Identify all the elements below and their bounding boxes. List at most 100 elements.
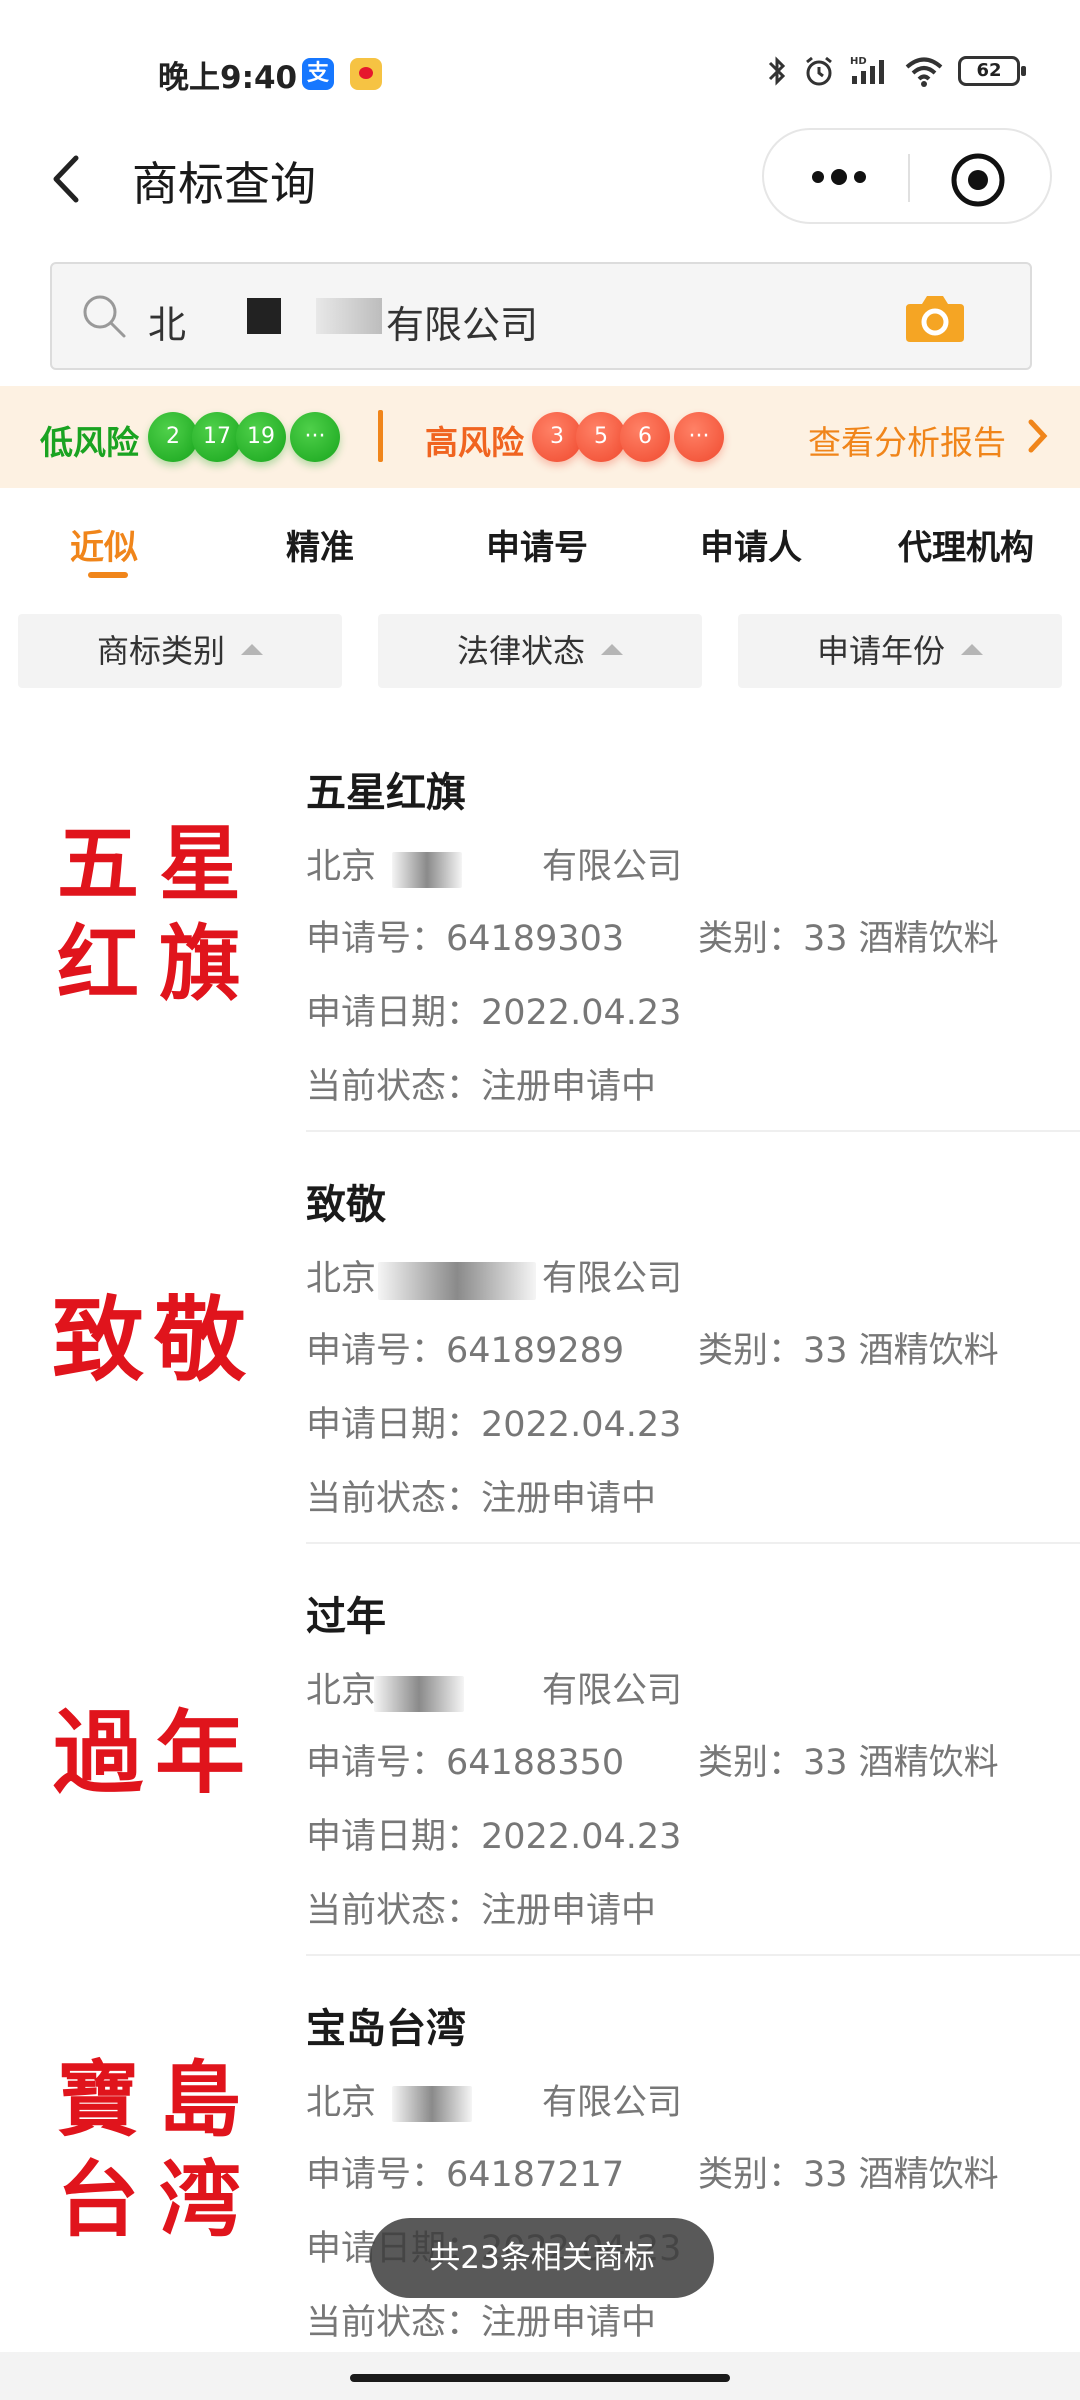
svg-text:HD: HD <box>850 56 867 67</box>
divider <box>306 1954 1080 1956</box>
trademark-name: 五星红旗 <box>306 770 466 816</box>
filter-label: 法律状态 <box>456 632 585 670</box>
search-type-tabs: 近似 精准 申请号 申请人 代理机构 <box>0 500 1080 590</box>
page-title: 商标查询 <box>132 157 316 211</box>
alarm-icon <box>806 56 832 86</box>
search-value-prefix: 北 <box>148 303 187 347</box>
trademark-name: 宝岛台湾 <box>306 2006 466 2052</box>
risk-summary-bar: 低风险 2 17 19 ··· 高风险 3 5 6 ··· 查看分析报告 <box>0 386 1080 488</box>
triangle-up-icon <box>601 643 623 655</box>
filter-legal-status[interactable]: 法律状态 <box>378 614 702 688</box>
search-input[interactable]: 北 有限公司 <box>50 262 1032 370</box>
status-icons: HD 62 <box>766 54 1026 88</box>
close-mini-program-button[interactable] <box>950 152 1006 208</box>
mini-program-capsule <box>762 128 1052 224</box>
trademark-category: 类别：33 酒精饮料 <box>698 919 999 959</box>
current-status: 当前状态：注册申请中 <box>306 1067 657 1107</box>
low-risk-count[interactable]: 19 <box>236 412 286 462</box>
trademark-name: 致敬 <box>306 1182 386 1228</box>
logo-char: 湾 <box>159 2152 241 2248</box>
home-indicator[interactable] <box>350 2374 730 2382</box>
filter-label: 商标类别 <box>96 632 225 670</box>
applicant-suffix: 有限公司 <box>542 1671 683 1711</box>
logo-char: 寶 <box>57 2052 139 2148</box>
triangle-up-icon <box>961 643 983 655</box>
redacted-text <box>392 2086 472 2122</box>
current-status: 当前状态：注册申请中 <box>306 1891 657 1931</box>
trademark-logo-image: 寶 島 台 湾 <box>57 2052 241 2248</box>
wifi-icon <box>905 57 943 87</box>
high-risk-count[interactable]: 3 <box>532 412 582 462</box>
application-date: 申请日期：2022.04.23 <box>306 993 682 1033</box>
triangle-up-icon <box>241 643 263 655</box>
logo-char: 過 <box>53 1700 144 1806</box>
tab-agency[interactable]: 代理机构 <box>898 520 1034 569</box>
low-risk-count[interactable]: 17 <box>192 412 242 462</box>
high-risk-more[interactable]: ··· <box>674 412 724 462</box>
back-button[interactable] <box>40 144 100 214</box>
applicant-suffix: 有限公司 <box>542 847 683 887</box>
applicant-prefix: 北京 <box>306 847 377 887</box>
signal-icon: HD <box>850 56 884 84</box>
low-risk-more[interactable]: ··· <box>290 412 340 462</box>
applicant-prefix: 北京 <box>306 1259 377 1299</box>
logo-char: 五 <box>57 816 139 912</box>
status-time: 晚上9:40 <box>158 60 298 96</box>
active-tab-indicator <box>88 572 128 578</box>
redacted-text <box>247 298 281 334</box>
logo-char: 旗 <box>159 916 241 1012</box>
logo-char: 島 <box>159 2052 241 2148</box>
high-risk-label: 高风险 <box>425 423 524 462</box>
trademark-logo-image: 致 敬 <box>52 1286 247 1394</box>
search-value-suffix: 有限公司 <box>386 303 539 347</box>
trademark-category: 类别：33 酒精饮料 <box>698 1743 999 1783</box>
applicant-suffix: 有限公司 <box>542 2083 683 2123</box>
trademark-result-item[interactable]: 五 星 红 旗 五星红旗 北京 有限公司 申请号：64189303 类别：33 … <box>0 740 1080 1152</box>
trademark-logo-image: 過 年 <box>53 1700 245 1806</box>
tab-similar[interactable]: 近似 <box>70 520 138 569</box>
application-number: 申请号：64187217 <box>306 2155 625 2195</box>
current-status: 当前状态：注册申请中 <box>306 1479 657 1519</box>
trademark-name: 过年 <box>306 1594 386 1640</box>
applicant-prefix: 北京 <box>306 2083 377 2123</box>
battery-indicator: 62 <box>958 56 1026 86</box>
application-number: 申请号：64189289 <box>306 1331 625 1371</box>
redacted-text <box>374 1676 464 1712</box>
application-number: 申请号：64189303 <box>306 919 625 959</box>
logo-char: 台 <box>57 2152 139 2248</box>
trademark-logo-image: 五 星 红 旗 <box>57 816 241 1012</box>
tab-applicant[interactable]: 申请人 <box>700 520 802 569</box>
alipay-icon: 支 <box>302 58 334 90</box>
filter-application-year[interactable]: 申请年份 <box>738 614 1062 688</box>
camera-icon[interactable] <box>904 292 966 344</box>
tab-application-number[interactable]: 申请号 <box>486 520 588 569</box>
trademark-category: 类别：33 酒精饮料 <box>698 1331 999 1371</box>
logo-char: 致 <box>52 1286 144 1394</box>
divider <box>306 1130 1080 1132</box>
application-date: 申请日期：2022.04.23 <box>306 1405 682 1445</box>
high-risk-count[interactable]: 6 <box>620 412 670 462</box>
risk-divider <box>378 410 383 462</box>
high-risk-count[interactable]: 5 <box>576 412 626 462</box>
logo-char: 敬 <box>153 1286 247 1394</box>
analysis-report-link[interactable]: 查看分析报告 <box>808 416 1006 464</box>
trademark-category: 类别：33 酒精饮料 <box>698 2155 999 2195</box>
low-risk-count[interactable]: 2 <box>148 412 198 462</box>
trademark-result-item[interactable]: 寶 島 台 湾 宝岛台湾 北京 有限公司 申请号：64187217 类别：33 … <box>0 1976 1080 2388</box>
divider <box>306 1542 1080 1544</box>
filter-label: 申请年份 <box>816 632 945 670</box>
weibo-icon <box>350 58 382 90</box>
more-options-button[interactable] <box>804 152 874 202</box>
trademark-result-item[interactable]: 致 敬 致敬 北京 有限公司 申请号：64189289 类别：33 酒精饮料 申… <box>0 1152 1080 1564</box>
logo-char: 年 <box>155 1700 245 1806</box>
filter-trademark-class[interactable]: 商标类别 <box>18 614 342 688</box>
logo-char: 红 <box>57 916 139 1012</box>
nav-bar: 商标查询 <box>0 120 1080 240</box>
chevron-right-icon <box>1028 419 1048 453</box>
redacted-text <box>378 1262 536 1300</box>
redacted-text <box>392 852 462 888</box>
current-status: 当前状态：注册申请中 <box>306 2303 657 2343</box>
tab-exact[interactable]: 精准 <box>286 520 354 569</box>
trademark-result-item[interactable]: 過 年 过年 北京 有限公司 申请号：64188350 类别：33 酒精饮料 申… <box>0 1564 1080 1976</box>
application-date: 申请日期：2022.04.23 <box>306 1817 682 1857</box>
